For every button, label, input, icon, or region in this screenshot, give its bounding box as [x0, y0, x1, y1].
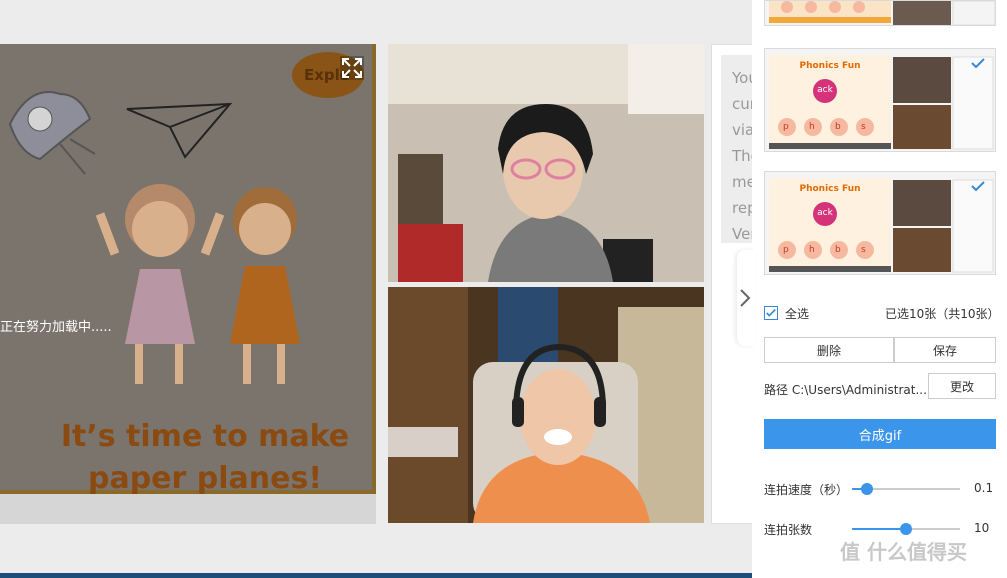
- count-slider-thumb[interactable]: [900, 523, 912, 535]
- letter: h: [809, 122, 815, 132]
- selected-count: 已选10张（共10张）: [885, 307, 1000, 321]
- save-path: 路径 C:\Users\Administrat...: [764, 383, 927, 397]
- thumbnail-title: Phonics Fun: [799, 61, 861, 71]
- headline-line-2: paper planes!: [87, 461, 323, 494]
- letter: b: [835, 122, 841, 132]
- slide-viewer: Explo 正在努力加载中..... It’s time to make pap…: [0, 44, 376, 494]
- chevron-right-icon[interactable]: [739, 288, 751, 308]
- count-slider[interactable]: [852, 523, 960, 535]
- letter: s: [861, 122, 866, 132]
- slide-content: Explo 正在努力加载中..... It’s time to make pap…: [0, 44, 376, 494]
- speed-label: 连拍速度（秒）: [764, 483, 849, 497]
- kite-illustration: [8, 91, 96, 175]
- teacher-video-frame: [388, 287, 704, 523]
- delete-button[interactable]: 删除: [764, 337, 894, 363]
- chat-messages: You cur via The me rep Ver: [721, 55, 755, 243]
- count-label: 连拍张数: [764, 523, 813, 537]
- balloon-text: ack: [817, 85, 833, 95]
- letter: p: [783, 122, 789, 132]
- children-illustration: [95, 184, 300, 384]
- chat-line: cur: [732, 95, 755, 113]
- speed-value: 0.1: [974, 481, 994, 495]
- chat-line: me: [732, 173, 755, 191]
- fullscreen-icon[interactable]: [340, 56, 364, 80]
- bottom-bar: [0, 573, 753, 578]
- save-button[interactable]: 保存: [894, 337, 996, 363]
- speed-slider[interactable]: [852, 483, 960, 495]
- capture-thumbnail[interactable]: [764, 0, 996, 26]
- chat-line: via: [732, 121, 755, 139]
- count-slider-fill: [852, 528, 906, 530]
- teacher-video: [388, 287, 704, 523]
- make-gif-button[interactable]: 合成gif: [764, 419, 996, 449]
- thumbnail-title: Phonics Fun: [799, 184, 861, 194]
- chat-line: The: [732, 147, 755, 165]
- balloon-text: ack: [817, 208, 833, 218]
- capture-thumbnail[interactable]: Phonics Fun ack p h b s: [764, 171, 996, 275]
- change-path-button[interactable]: 更改: [928, 373, 996, 399]
- capture-thumbnail[interactable]: Phonics Fun ack p h b s: [764, 48, 996, 152]
- select-all-label[interactable]: 全选: [785, 305, 809, 322]
- letter: h: [809, 245, 815, 255]
- watermark: 值 什么值得买: [840, 540, 967, 564]
- loading-text: 正在努力加载中.....: [0, 320, 112, 335]
- chat-line: You: [732, 69, 755, 87]
- chat-line: Ver: [732, 225, 755, 243]
- paper-plane-illustration: [126, 102, 233, 159]
- student-video-frame: [388, 44, 704, 282]
- chat-line: rep: [732, 199, 755, 217]
- thumbnail-preview: [769, 1, 995, 25]
- speed-slider-thumb[interactable]: [861, 483, 874, 495]
- letter: b: [835, 245, 841, 255]
- letter: s: [861, 245, 866, 255]
- student-video: [388, 44, 704, 282]
- count-value: 10: [974, 521, 990, 535]
- slide-headline: It’s time to make paper planes!: [20, 416, 376, 494]
- headline-line-1: It’s time to make: [60, 419, 350, 454]
- select-all-checkbox[interactable]: [764, 306, 778, 320]
- letter: p: [783, 245, 789, 255]
